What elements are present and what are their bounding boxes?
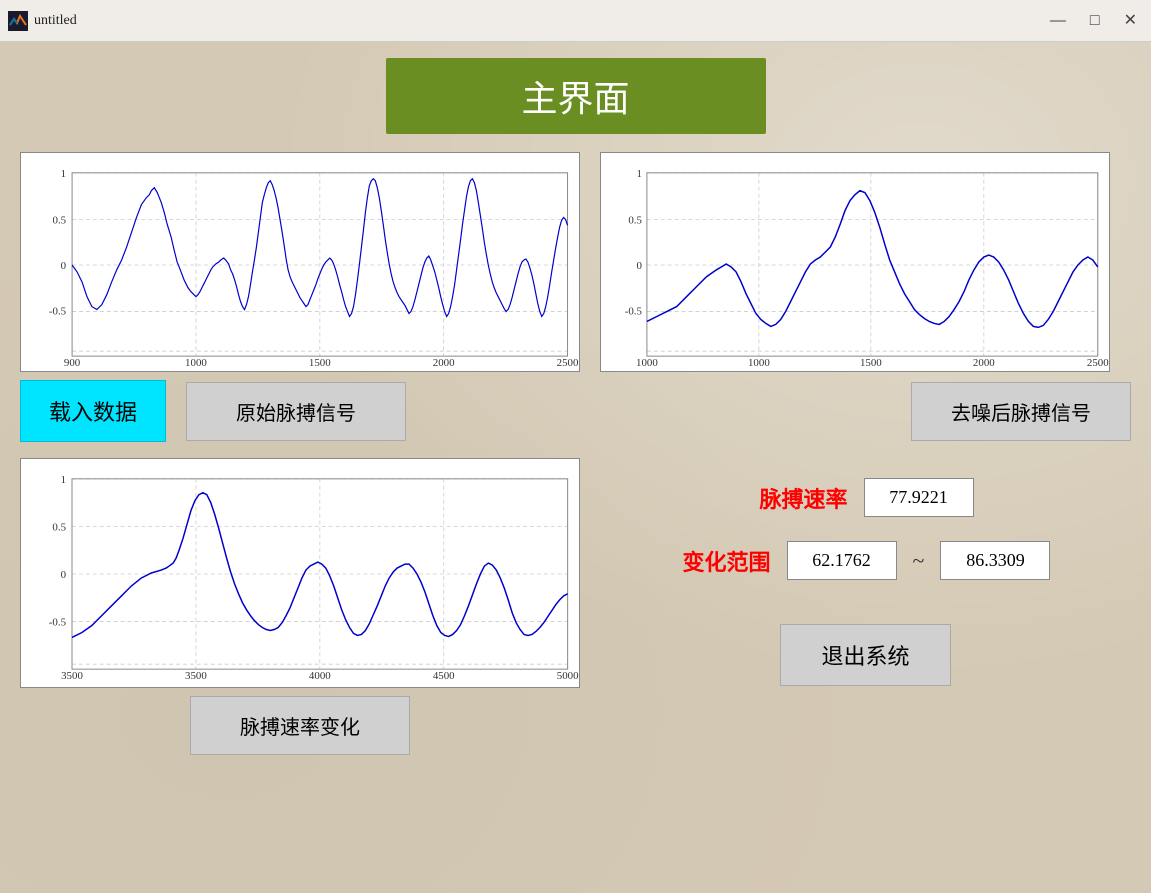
svg-text:-0.5: -0.5 xyxy=(49,617,67,629)
svg-text:1500: 1500 xyxy=(860,357,882,369)
range-min-value: 62.1762 xyxy=(787,541,897,580)
svg-text:2000: 2000 xyxy=(433,357,455,369)
range-row: 变化范围 62.1762 ~ 86.3309 xyxy=(681,541,1051,580)
pulse-rate-label: 脉搏速率 xyxy=(758,482,848,514)
main-content: 主界面 1 0.5 0 -0.5 xyxy=(0,42,1151,893)
signal-line-2 xyxy=(647,191,1098,328)
svg-text:0.5: 0.5 xyxy=(52,521,66,533)
pulse-rate-row: 脉搏速率 77.9221 xyxy=(758,478,974,517)
range-label: 变化范围 xyxy=(681,545,771,577)
chart-original: 1 0.5 0 -0.5 900 1000 1500 2000 2500 xyxy=(20,152,580,372)
bottom-left: 1 0.5 0 -0.5 3500 3500 4000 4500 5000 脉搏… xyxy=(20,458,580,755)
header-title: 主界面 xyxy=(521,79,629,119)
bottom-section: 1 0.5 0 -0.5 3500 3500 4000 4500 5000 脉搏… xyxy=(20,458,1131,755)
range-tilde: ~ xyxy=(913,548,925,574)
signal-line-1 xyxy=(72,179,567,317)
title-bar: untitled — □ ✕ xyxy=(0,0,1151,42)
svg-text:-0.5: -0.5 xyxy=(49,306,67,318)
svg-text:3500: 3500 xyxy=(61,670,83,682)
svg-text:0: 0 xyxy=(637,260,643,272)
svg-text:1: 1 xyxy=(637,168,642,180)
svg-text:2500: 2500 xyxy=(557,357,579,369)
svg-text:2500: 2500 xyxy=(1087,357,1109,369)
svg-text:-0.5: -0.5 xyxy=(625,306,643,318)
right-panel: 脉搏速率 77.9221 变化范围 62.1762 ~ 86.3309 退出系统 xyxy=(600,458,1131,686)
matlab-icon xyxy=(8,11,28,31)
svg-text:1000: 1000 xyxy=(748,357,770,369)
svg-text:0.5: 0.5 xyxy=(53,214,67,226)
svg-text:1500: 1500 xyxy=(309,357,331,369)
maximize-button[interactable]: □ xyxy=(1084,11,1106,31)
svg-text:4000: 4000 xyxy=(309,670,331,682)
chart-pulse-svg: 1 0.5 0 -0.5 3500 3500 4000 4500 5000 xyxy=(21,459,579,687)
original-signal-label: 原始脉搏信号 xyxy=(186,382,406,441)
chart-pulse-rate: 1 0.5 0 -0.5 3500 3500 4000 4500 5000 xyxy=(20,458,580,688)
range-max-value: 86.3309 xyxy=(940,541,1050,580)
chart-denoised: 1 0.5 0 -0.5 1000 1000 1500 2000 2500 xyxy=(600,152,1110,372)
svg-text:4500: 4500 xyxy=(433,670,455,682)
svg-text:2000: 2000 xyxy=(973,357,995,369)
svg-text:1000: 1000 xyxy=(185,357,207,369)
svg-text:0.5: 0.5 xyxy=(628,214,642,226)
load-data-button[interactable]: 载入数据 xyxy=(20,380,166,442)
svg-text:1000: 1000 xyxy=(636,357,658,369)
pulse-rate-change-label: 脉搏速率变化 xyxy=(190,696,410,755)
exit-button[interactable]: 退出系统 xyxy=(780,624,950,686)
svg-text:1: 1 xyxy=(61,474,66,486)
chart-denoised-svg: 1 0.5 0 -0.5 1000 1000 1500 2000 2500 xyxy=(601,153,1109,371)
chart-original-svg: 1 0.5 0 -0.5 900 1000 1500 2000 2500 xyxy=(21,153,579,371)
svg-text:0: 0 xyxy=(61,569,67,581)
title-bar-controls: — □ ✕ xyxy=(1044,11,1143,31)
svg-text:900: 900 xyxy=(64,357,81,369)
denoised-signal-label: 去噪后脉搏信号 xyxy=(911,382,1131,441)
pulse-rate-value: 77.9221 xyxy=(864,478,974,517)
window-title: untitled xyxy=(34,13,77,29)
close-button[interactable]: ✕ xyxy=(1118,11,1143,31)
title-bar-left: untitled xyxy=(8,11,77,31)
charts-top-row: 1 0.5 0 -0.5 900 1000 1500 2000 2500 xyxy=(20,152,1131,372)
svg-text:0: 0 xyxy=(61,260,67,272)
header-banner: 主界面 xyxy=(386,58,766,134)
svg-text:5000: 5000 xyxy=(557,670,579,682)
svg-text:1: 1 xyxy=(61,168,66,180)
buttons-top-row: 载入数据 原始脉搏信号 去噪后脉搏信号 xyxy=(20,380,1131,442)
minimize-button[interactable]: — xyxy=(1044,11,1072,31)
svg-text:3500: 3500 xyxy=(185,670,207,682)
